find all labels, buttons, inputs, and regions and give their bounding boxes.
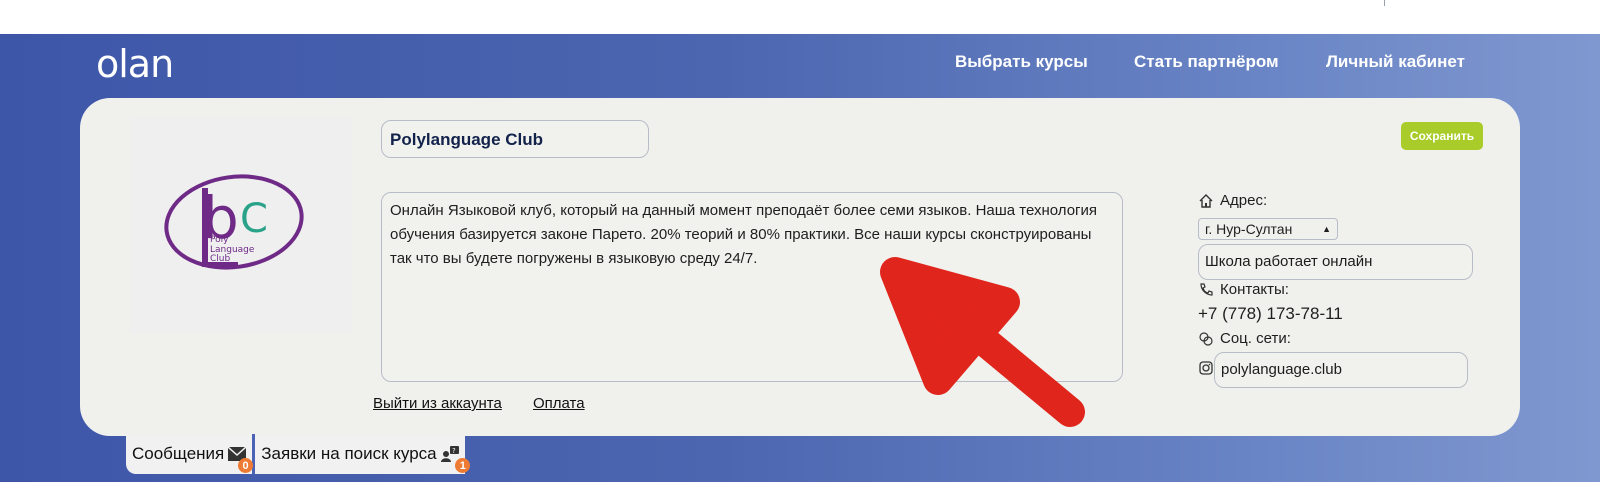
divider	[1384, 0, 1385, 6]
bottom-tabs: Сообщения 0 Заявки на поиск курса ? 1	[126, 434, 471, 474]
online-status-input[interactable]: Школа работает онлайн	[1198, 244, 1473, 280]
social-label: Соц. сети:	[1198, 330, 1291, 347]
logout-link[interactable]: Выйти из аккаунта	[373, 395, 502, 412]
svg-text:?: ?	[452, 447, 456, 455]
contacts-label: Контакты:	[1198, 281, 1289, 298]
social-label-text: Соц. сети:	[1220, 330, 1291, 347]
top-strip	[0, 0, 1600, 34]
instagram-icon	[1199, 361, 1213, 375]
profile-card: b C Poly Language Club Polylanguage Club…	[80, 98, 1520, 436]
instagram-input[interactable]: polylanguage.club	[1214, 352, 1468, 388]
polylanguage-logo-icon: b C Poly Language Club	[164, 174, 304, 270]
school-logo: b C Poly Language Club	[130, 118, 352, 333]
home-icon	[1199, 193, 1213, 208]
phone-number: +7 (778) 173-78-11	[1198, 304, 1343, 323]
svg-text:C: C	[240, 196, 268, 242]
chat-bubbles-icon	[1199, 331, 1213, 346]
phone-icon	[1200, 282, 1213, 296]
svg-text:Poly: Poly	[210, 235, 229, 245]
contacts-label-text: Контакты:	[1220, 281, 1289, 298]
nav-choose-courses[interactable]: Выбрать курсы	[955, 52, 1088, 72]
messages-count-badge: 0	[238, 458, 253, 473]
tab-messages-label: Сообщения	[132, 444, 225, 463]
address-label: Адрес:	[1198, 192, 1267, 209]
school-description-textarea[interactable]: Онлайн Языковой клуб, который на данный …	[381, 192, 1123, 382]
tab-course-requests[interactable]: Заявки на поиск курса ? 1	[255, 434, 471, 474]
tab-messages[interactable]: Сообщения 0	[126, 434, 253, 474]
payment-link[interactable]: Оплата	[533, 395, 585, 412]
school-name-input[interactable]: Polylanguage Club	[381, 120, 649, 158]
instagram-icon-wrap	[1198, 360, 1214, 376]
save-button[interactable]: Сохранить	[1401, 122, 1483, 150]
svg-text:Club: Club	[210, 254, 230, 264]
city-select[interactable]: г. Нур-Султан ▲	[1198, 218, 1338, 240]
tab-requests-label: Заявки на поиск курса	[261, 444, 437, 463]
city-select-value: г. Нур-Султан	[1205, 221, 1293, 237]
nav-become-partner[interactable]: Стать партнёром	[1134, 52, 1279, 72]
nav-personal-cabinet[interactable]: Личный кабинет	[1326, 52, 1465, 72]
address-label-text: Адрес:	[1220, 192, 1268, 209]
site-logo[interactable]: olan	[96, 42, 174, 86]
select-arrows-icon: ▲	[1322, 224, 1331, 234]
